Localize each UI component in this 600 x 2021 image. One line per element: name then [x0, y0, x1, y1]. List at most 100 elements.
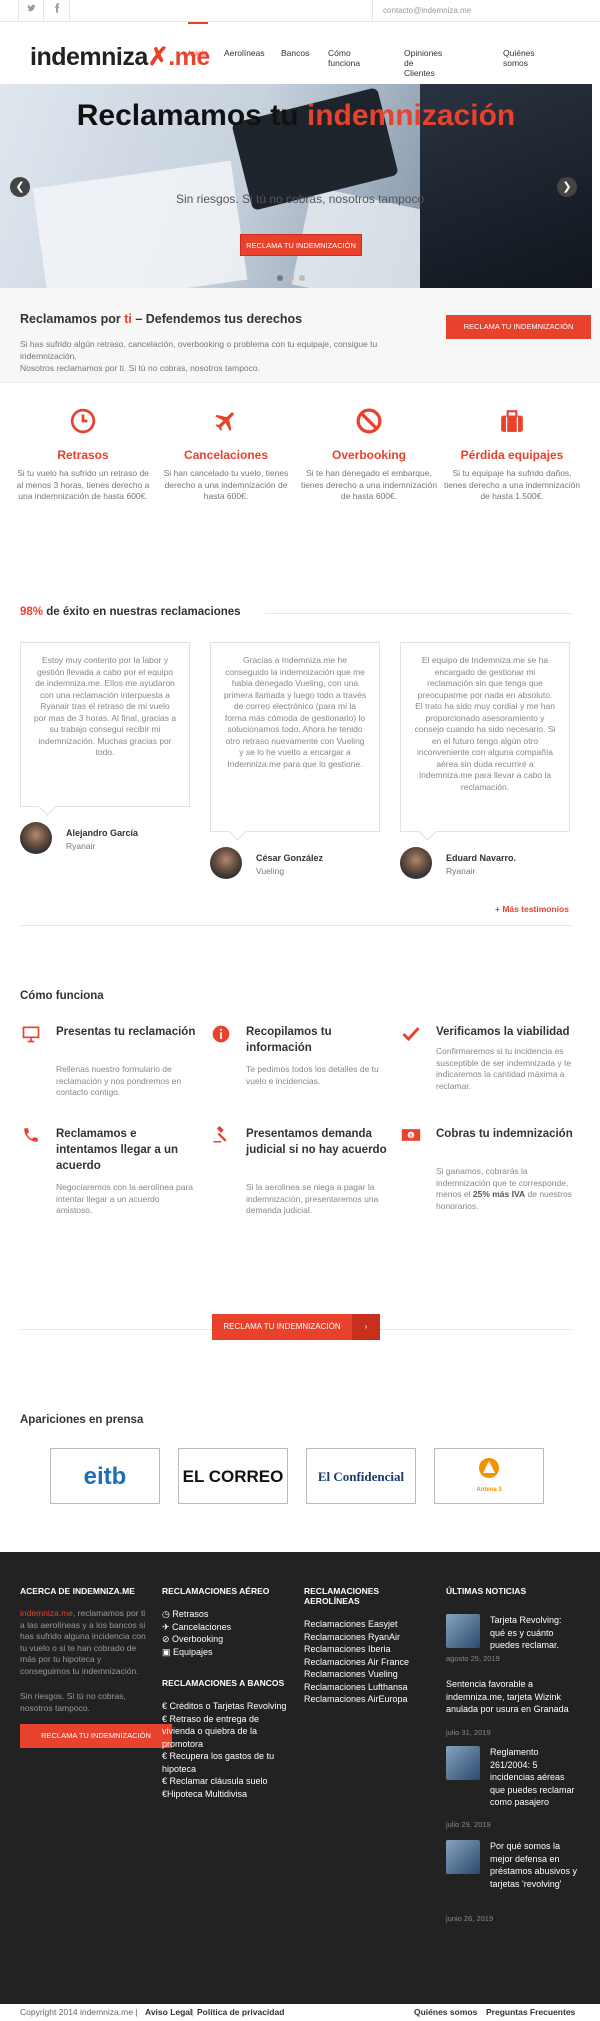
footer-airlines: RECLAMACIONES AEROLÍNEAS Reclamaciones E…: [304, 1586, 434, 1706]
facebook-icon[interactable]: [44, 0, 70, 22]
footer-cta-button[interactable]: RECLAMA TU INDEMNIZACIÓN: [20, 1724, 172, 1748]
news-thumbnail: [446, 1746, 480, 1780]
logo[interactable]: indemniza✗.me: [30, 42, 210, 72]
nav-quienes-somos[interactable]: Quiénes somos: [503, 48, 535, 68]
news-item[interactable]: Por qué somos la mejor defensa en présta…: [446, 1840, 578, 1923]
slider-dot[interactable]: [288, 275, 294, 281]
news-title[interactable]: Sentencia favorable a indemniza.me, tarj…: [446, 1678, 576, 1716]
ban-icon: [299, 408, 439, 442]
suitcase-icon: [442, 408, 582, 442]
footer-about: ACERCA DE INDEMNIZA.ME indemniza.me, rec…: [20, 1586, 172, 1748]
step-title: Verificamos la viabilidad: [436, 1026, 570, 1038]
clock-icon: ◷: [162, 1609, 173, 1619]
suitcase-icon: ▣: [162, 1646, 174, 1657]
author-name: César González: [256, 853, 324, 863]
how-title: Cómo funciona: [20, 990, 104, 1002]
money-icon: $: [400, 1126, 422, 1148]
press-logo-antena3[interactable]: Antena 3: [434, 1448, 544, 1504]
hero-cta-button[interactable]: RECLAMA TU INDEMNIZACIÓN: [240, 234, 362, 256]
main-nav: Inicio Aerolíneas Bancos Cómo funciona O…: [188, 22, 535, 78]
top-bar: contacto@indemniza.me: [0, 0, 600, 22]
gavel-icon: [210, 1125, 232, 1148]
feature-title: Overbooking: [331, 448, 406, 462]
footer-link[interactable]: Reclamaciones Lufthansa: [304, 1681, 434, 1694]
avatar: [210, 847, 242, 879]
footer-link[interactable]: Reclamaciones Iberia: [304, 1643, 434, 1656]
footer-heading: ACERCA DE INDEMNIZA.ME: [20, 1586, 135, 1596]
divider: [380, 1329, 572, 1330]
faq-link[interactable]: Preguntas Frecuentes: [486, 2007, 575, 2017]
news-thumbnail: [446, 1614, 480, 1648]
footer-link[interactable]: € Créditos o Tarjetas Revolving: [162, 1700, 292, 1713]
news-title[interactable]: Por qué somos la mejor defensa en présta…: [490, 1840, 578, 1890]
author-company: Vueling: [256, 866, 285, 876]
how-cta-button[interactable]: RECLAMA TU INDEMNIZACIÓN ›: [212, 1314, 380, 1340]
hero-subtitle: Sin riesgos. Si tú no cobras, nosotros t…: [176, 192, 425, 206]
hero-slider: Reclamamos tu indemnización Sin riesgos.…: [0, 84, 592, 288]
cta-title: Reclamamos por ti – Defendemos tus derec…: [20, 312, 303, 326]
footer: ACERCA DE INDEMNIZA.ME indemniza.me, rec…: [0, 1552, 600, 2004]
hero-paper-image: [32, 160, 248, 288]
chevron-right-icon[interactable]: ❯: [557, 177, 577, 197]
check-icon: [400, 1024, 422, 1046]
news-title[interactable]: Tarjeta Revolving: qué es y cuánto puede…: [490, 1614, 578, 1652]
feature-text: Si tu vuelo ha sufrido un retraso de al …: [16, 468, 150, 501]
step-title: Cobras tu indemnización: [436, 1128, 573, 1140]
press-logo-elconfidencial[interactable]: El Confidencial: [306, 1448, 416, 1504]
footer-link[interactable]: Reclamaciones Vueling: [304, 1668, 434, 1681]
footer-link[interactable]: ▣ Equipajes: [162, 1646, 292, 1659]
legal-link[interactable]: Aviso Legal: [145, 2007, 192, 2017]
how-step: Presentas tu reclamación Rellenas nuestr…: [20, 1024, 200, 1104]
nav-opiniones[interactable]: Opiniones de Clientes: [404, 48, 442, 78]
chevron-left-icon[interactable]: ❮: [10, 177, 30, 197]
news-title[interactable]: Reglamento 261/2004: 5 incidencias aérea…: [490, 1746, 578, 1809]
footer-link[interactable]: ⊘ Overbooking: [162, 1633, 292, 1646]
nav-aerolineas[interactable]: Aerolíneas: [224, 48, 265, 58]
nav-inicio[interactable]: Inicio: [188, 48, 208, 58]
how-step: Recopilamos tu información Te pedimos to…: [210, 1024, 390, 1104]
feature-retrasos: Retrasos Si tu vuelo ha sufrido un retra…: [13, 408, 153, 503]
footer-link[interactable]: ✈ Cancelaciones: [162, 1621, 292, 1634]
about-link[interactable]: Quiénes somos: [414, 2007, 477, 2017]
footer-link[interactable]: € Reclamar cláusula suelo: [162, 1775, 292, 1788]
nav-como-funciona[interactable]: Cómo funciona: [328, 48, 360, 68]
nav-bancos[interactable]: Bancos: [281, 48, 309, 58]
twitter-icon[interactable]: [18, 0, 44, 22]
news-item[interactable]: Tarjeta Revolving: qué es y cuánto puede…: [446, 1614, 576, 1664]
more-testimonials-link[interactable]: + Más testimonios: [495, 904, 569, 914]
news-item[interactable]: Sentencia favorable a indemniza.me, tarj…: [446, 1678, 576, 1737]
footer-link[interactable]: Reclamaciones Easyjet: [304, 1618, 434, 1631]
feature-cancelaciones: Cancelaciones Si han cancelado tu vuelo,…: [156, 408, 296, 503]
slider-dot[interactable]: [299, 275, 305, 281]
cta-button[interactable]: RECLAMA TU INDEMNIZACIÓN: [446, 315, 591, 339]
author-company: Ryanair: [446, 866, 476, 876]
news-item[interactable]: Reglamento 261/2004: 5 incidencias aérea…: [446, 1746, 578, 1829]
header: indemniza✗.me Inicio Aerolíneas Bancos C…: [0, 22, 600, 84]
author-name: Alejandro García: [66, 828, 139, 838]
footer-link[interactable]: € Retraso de entrega de vivienda o quieb…: [162, 1713, 292, 1751]
press-title: Apariciones en prensa: [20, 1414, 144, 1426]
divider: [20, 925, 572, 926]
footer-link[interactable]: ◷ Retrasos: [162, 1608, 292, 1621]
feature-title: Cancelaciones: [183, 448, 269, 462]
footer-link[interactable]: Reclamaciones AirEuropa: [304, 1693, 434, 1706]
footer-heading: RECLAMACIONES AÉREO: [162, 1586, 270, 1596]
footer-link[interactable]: Reclamaciones Air France: [304, 1656, 434, 1669]
footer-link[interactable]: Reclamaciones RyanAir: [304, 1631, 434, 1644]
slider-dot[interactable]: [277, 275, 283, 281]
success-title: 98% de éxito en nuestras reclamaciones: [20, 606, 241, 618]
header-email[interactable]: contacto@indemniza.me: [372, 0, 572, 22]
news-thumbnail: [446, 1840, 480, 1874]
press-logo-elcorreo[interactable]: EL CORREO: [178, 1448, 288, 1504]
feature-text: Si te han denegado el embarque, tienes d…: [300, 468, 438, 501]
footer-link[interactable]: € Recupera los gastos de tu hipoteca: [162, 1750, 292, 1775]
press-logo-eitb[interactable]: eitb: [50, 1448, 160, 1504]
feature-equipajes: Pérdida equipajes Si tu equipaje ha sufr…: [442, 408, 582, 503]
step-text: Te pedimos todos los detalles de tu vuel…: [246, 1064, 379, 1086]
how-step: Presentamos demanda judicial si no hay a…: [210, 1125, 390, 1226]
feature-title: Pérdida equipajes: [460, 448, 564, 462]
footer-link[interactable]: €Hipoteca Multidivisa: [162, 1788, 292, 1801]
footer-news: ÚLTIMAS NOTICIAS Tarjeta Revolving: qué …: [446, 1586, 580, 2006]
privacy-link[interactable]: Política de privacidad: [197, 2007, 284, 2017]
step-text: Negociaremos con la aerolínea para inten…: [56, 1182, 194, 1215]
